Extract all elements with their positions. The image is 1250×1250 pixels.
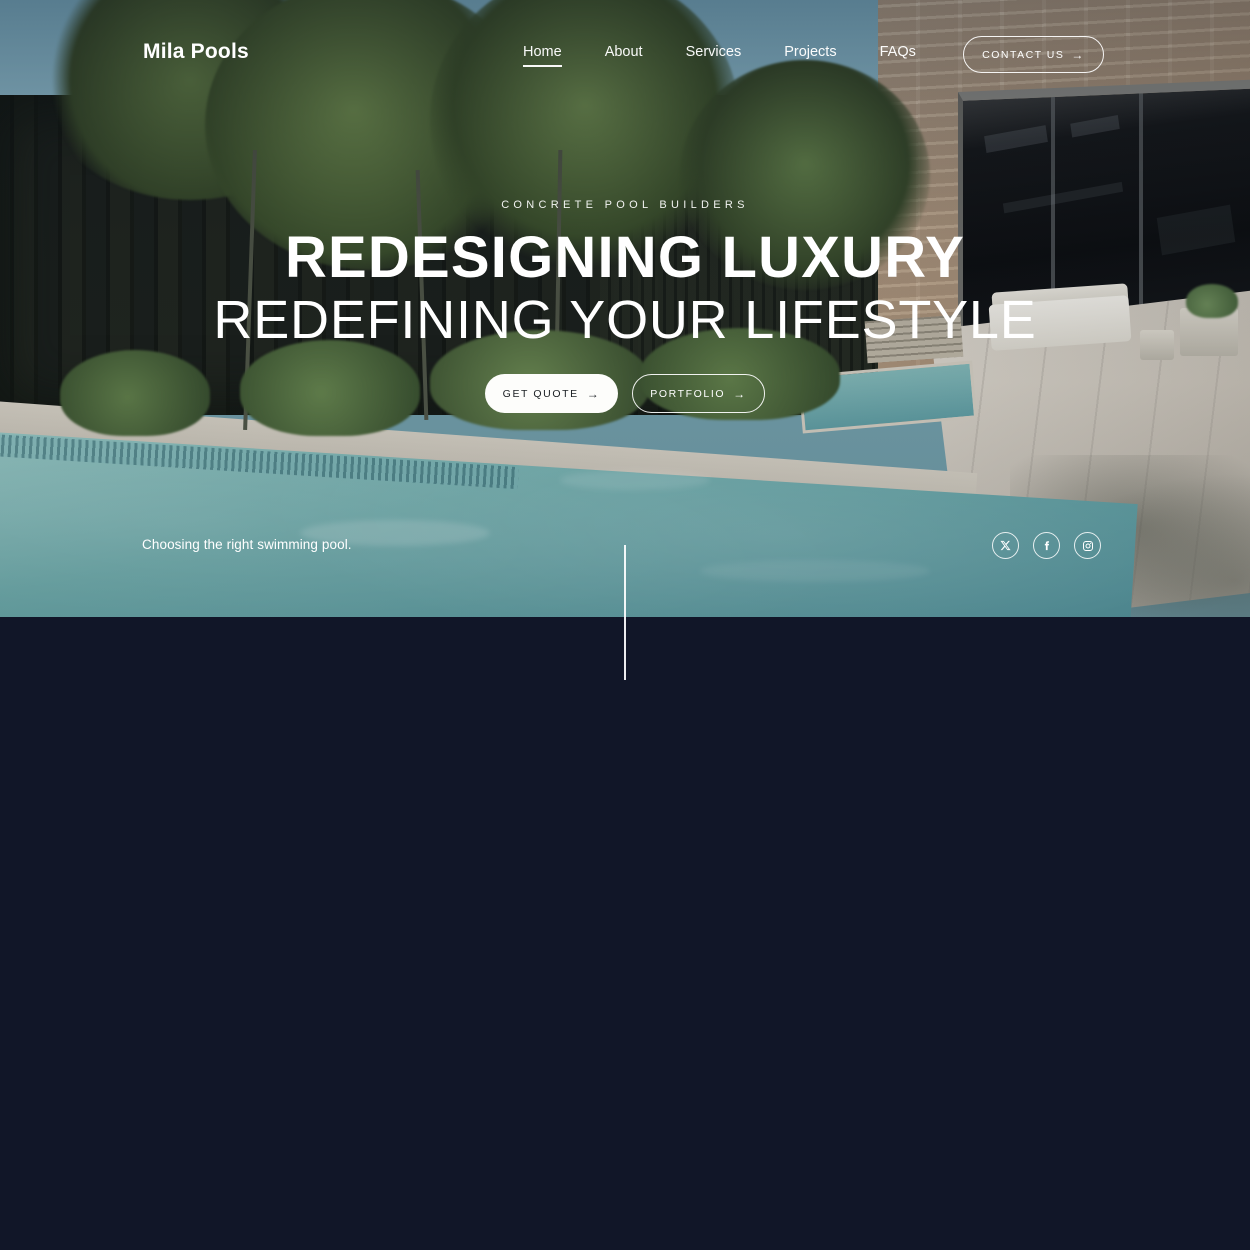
nav-links: Home About Services Projects FAQs bbox=[523, 44, 959, 67]
portfolio-label: PORTFOLIO bbox=[650, 387, 726, 400]
nav-item-services[interactable]: Services bbox=[686, 44, 742, 67]
hero-content: CONCRETE POOL BUILDERS REDESIGNING LUXUR… bbox=[0, 0, 1250, 617]
x-twitter-icon[interactable] bbox=[992, 532, 1019, 559]
scroll-indicator-line bbox=[624, 545, 626, 680]
facebook-icon[interactable] bbox=[1033, 532, 1060, 559]
nav-item-projects[interactable]: Projects bbox=[784, 44, 836, 67]
nav-item-about[interactable]: About bbox=[605, 44, 643, 67]
get-quote-button[interactable]: GET QUOTE → bbox=[485, 374, 618, 413]
arrow-right-icon: → bbox=[733, 386, 747, 401]
hero-title-line1: REDESIGNING LUXURY bbox=[284, 225, 966, 290]
hero-cta-group: GET QUOTE → PORTFOLIO → bbox=[0, 374, 1250, 413]
get-quote-label: GET QUOTE bbox=[502, 387, 579, 400]
contact-us-label: CONTACT US bbox=[982, 48, 1065, 61]
hero-tagline: Choosing the right swimming pool. bbox=[142, 537, 352, 552]
arrow-right-icon: → bbox=[586, 386, 601, 401]
instagram-icon[interactable] bbox=[1074, 532, 1101, 559]
landing-page: Mila Pools Home About Services Projects … bbox=[0, 0, 1250, 1250]
top-navigation: Mila Pools Home About Services Projects … bbox=[0, 0, 1250, 90]
arrow-right-icon: → bbox=[1071, 47, 1085, 62]
hero-eyebrow: CONCRETE POOL BUILDERS bbox=[501, 199, 749, 211]
nav-item-home[interactable]: Home bbox=[523, 44, 562, 67]
about-section: DISCOVER OUR CRAFTSMANSHIP CUSTOM POOLS … bbox=[0, 617, 1250, 1250]
social-links bbox=[992, 532, 1101, 559]
portfolio-button[interactable]: PORTFOLIO → bbox=[632, 374, 765, 413]
contact-us-button[interactable]: CONTACT US → bbox=[963, 36, 1104, 73]
nav-item-faqs[interactable]: FAQs bbox=[880, 44, 916, 67]
hero-title-line2: REDEFINING YOUR LIFESTYLE bbox=[213, 290, 1037, 350]
hero-section: Mila Pools Home About Services Projects … bbox=[0, 0, 1250, 617]
brand-logo[interactable]: Mila Pools bbox=[143, 40, 249, 64]
